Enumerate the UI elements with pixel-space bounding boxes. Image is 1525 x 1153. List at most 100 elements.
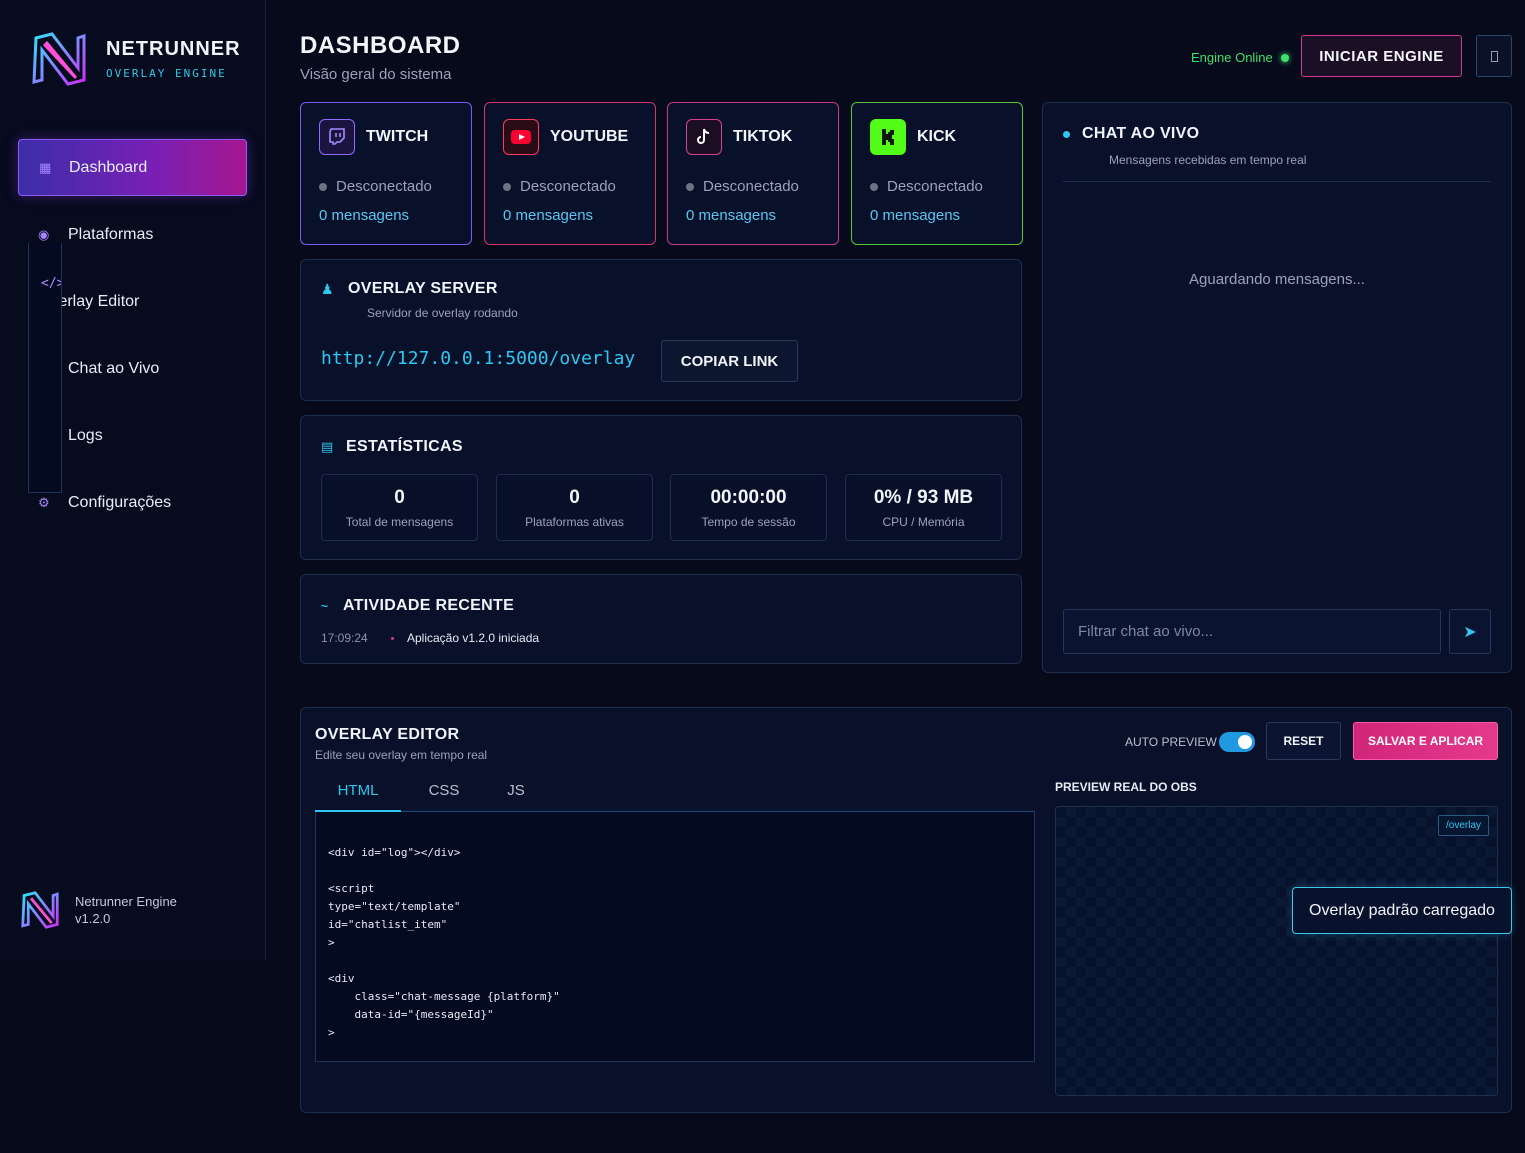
statistics-title: ESTATÍSTICAS [346,438,463,455]
sidebar-item-label: Plataformas [68,225,154,243]
stat-label: Plataformas ativas [525,515,624,529]
status-online-icon [1280,53,1289,62]
activity-time: 17:09:24 [321,631,368,645]
stat-value: 0 [569,487,580,508]
engine-status: Engine Online [1191,50,1289,65]
sidebar-item-label: Logs [68,426,103,444]
stat-value: 0% / 93 MB [873,487,974,508]
tiktok-icon [686,119,722,155]
stat-label: CPU / Memória [882,515,965,529]
chat-subtitle: Mensagens recebidas em tempo real [1109,153,1307,167]
status-dot-icon [503,182,511,191]
statistics-card: ▤ ESTATÍSTICAS 0 Total de mensagens 0 Pla… [300,415,1022,560]
platform-status: Desconectado [520,178,616,195]
stat-value: 00:00:00 [710,487,787,508]
platform-card-youtube[interactable]: YOUTUBE Desconectado 0 mensagens [484,102,656,245]
platform-status: Desconectado [703,178,799,195]
circle-dot-icon: ◉ [38,226,50,242]
stat-cpu-memory: 0% / 93 MB CPU / Memória [845,474,1002,541]
editor-tabs: HTML CSS JS [315,780,1035,812]
status-dot-icon [686,182,694,191]
sidebar-footer: Netrunner Engine v1.2.0 [20,890,177,930]
gear-icon: ⚙ [38,494,50,510]
activity-text: Aplicação v1.2.0 iniciada [407,631,540,645]
obs-preview: /overlay [1055,806,1498,1096]
tab-js[interactable]: JS [487,782,545,812]
send-icon: ➤ [1463,623,1477,641]
footer-app-name: Netrunner Engine [75,894,177,909]
live-dot-icon [1063,130,1070,138]
activity-row: 17:09:24 Aplicação v1.2.0 iniciada [321,631,539,645]
sidebar-item-label: Configurações [68,493,172,511]
sidebar-item-label: Dashboard [69,158,148,176]
page-subtitle: Visão geral do sistema [300,66,452,83]
rectangle-icon [1490,50,1498,62]
tab-css[interactable]: CSS [415,782,473,812]
recent-activity-card: ~ ATIVIDADE RECENTE 17:09:24 Aplicação v1… [300,574,1022,664]
editor-subtitle: Edite seu overlay em tempo real [315,748,488,762]
brand-subtitle: OVERLAY ENGINE [106,67,227,80]
overlay-server-subtitle: Servidor de overlay rodando [367,306,518,320]
status-dot-icon [319,182,327,191]
engine-status-label: Engine Online [1191,50,1273,65]
netrunner-logo-small [21,891,59,929]
chat-title: CHAT AO VIVO [1082,125,1200,142]
stat-label: Total de mensagens [345,515,454,529]
save-apply-button[interactable]: SALVAR E APLICAR [1353,722,1498,760]
overlay-server-card: ♟ OVERLAY SERVER Servidor de overlay roda… [300,259,1022,401]
chat-empty-state: Aguardando mensagens... [1189,271,1365,288]
code-icon: </> [28,243,62,493]
platform-status: Desconectado [887,178,983,195]
copy-link-button[interactable]: COPIAR LINK [661,340,798,382]
stat-label: Tempo de sessão [701,515,796,529]
sidebar-item-dashboard[interactable]: ▦ Dashboard [18,139,247,196]
reset-button[interactable]: RESET [1266,722,1341,760]
auto-preview-label: AUTO PREVIEW [1125,735,1217,749]
platform-name: YOUTUBE [550,128,629,145]
sidebar: NETRUNNER OVERLAY ENGINE ▦ Dashboard ◉ P… [0,0,266,960]
chat-filter-input[interactable] [1063,609,1441,654]
user-icon: ♟ [321,280,334,297]
page-title: DASHBOARD [300,32,461,59]
send-button[interactable]: ➤ [1449,609,1491,654]
platform-name: TWITCH [366,128,429,145]
platform-message-count: 0 mensagens [319,207,410,224]
footer-version: v1.2.0 [75,911,111,926]
auto-preview-toggle[interactable] [1219,732,1255,752]
toggle-knob [1238,735,1252,749]
activity-dot-icon [391,636,394,640]
window-toggle-button[interactable] [1476,35,1512,77]
preview-route-badge: /overlay [1437,815,1489,836]
platform-name: TIKTOK [733,128,793,145]
netrunner-logo [32,32,86,86]
grid-icon: ▦ [39,159,52,175]
overlay-server-title: OVERLAY SERVER [348,280,498,297]
sidebar-item-overlay-editor[interactable]: </> Overlay Editor [18,243,247,493]
live-chat-card: CHAT AO VIVO Mensagens recebidas em temp… [1042,102,1512,673]
sidebar-item-label: Chat ao Vivo [68,359,160,377]
preview-title: PREVIEW REAL DO OBS [1055,780,1197,794]
platform-card-twitch[interactable]: TWITCH Desconectado 0 mensagens [300,102,472,245]
editor-title: OVERLAY EDITOR [315,726,460,743]
platform-card-tiktok[interactable]: TIKTOK Desconectado 0 mensagens [667,102,839,245]
code-editor[interactable]: <div id="log"></div> <script type="text/… [315,812,1035,1062]
twitch-icon [319,119,355,155]
pulse-icon: ~ [321,599,329,613]
platform-card-kick[interactable]: KICK Desconectado 0 mensagens [851,102,1023,245]
platform-message-count: 0 mensagens [503,207,594,224]
sidebar-nav: ▦ Dashboard ◉ Plataformas </> Overlay Ed… [18,139,247,541]
youtube-icon [503,119,539,155]
status-dot-icon [870,182,878,191]
brand-name: NETRUNNER [106,38,241,60]
tab-html[interactable]: HTML [315,782,401,812]
overlay-url[interactable]: http://127.0.0.1:5000/overlay [321,348,635,369]
platform-message-count: 0 mensagens [686,207,777,224]
kick-icon [870,119,906,155]
platform-message-count: 0 mensagens [870,207,961,224]
activity-title: ATIVIDADE RECENTE [343,597,515,614]
stat-total-messages: 0 Total de mensagens [321,474,478,541]
stat-session-time: 00:00:00 Tempo de sessão [670,474,827,541]
start-engine-button[interactable]: INICIAR ENGINE [1301,35,1462,77]
stat-active-platforms: 0 Plataformas ativas [496,474,653,541]
platform-name: KICK [917,128,957,145]
